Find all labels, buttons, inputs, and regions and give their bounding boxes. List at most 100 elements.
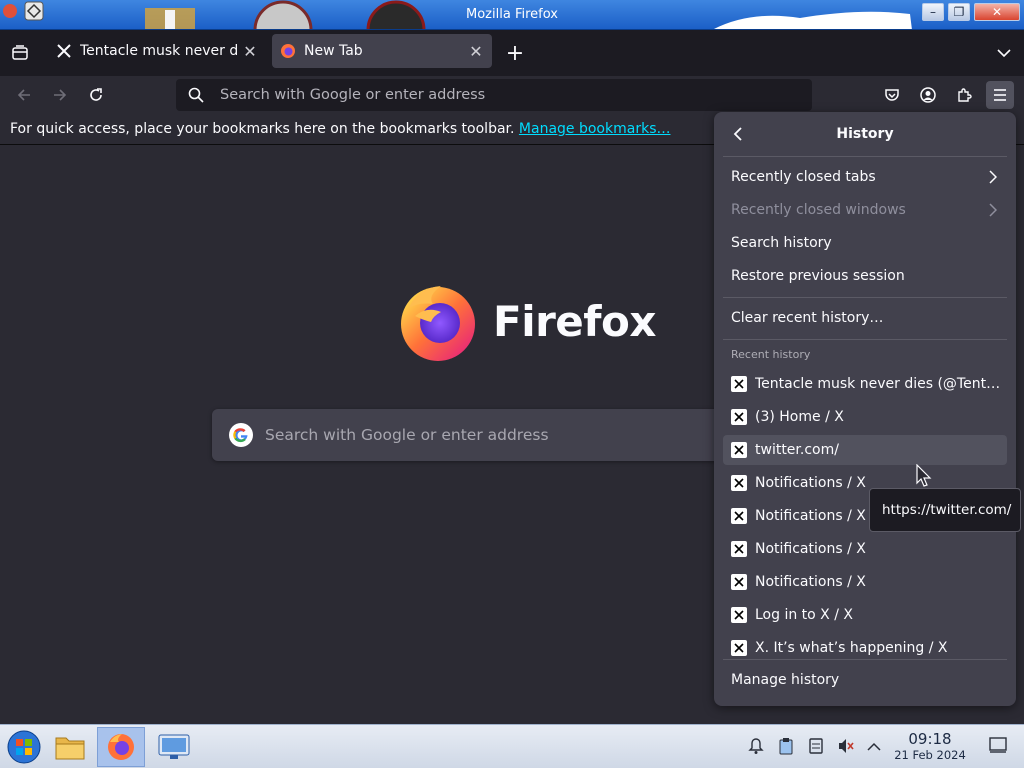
tab-close-icon[interactable]: ✕ xyxy=(468,42,484,61)
close-window-button[interactable]: ✕ xyxy=(974,3,1020,21)
account-button[interactable] xyxy=(914,81,942,109)
extensions-button[interactable] xyxy=(950,81,978,109)
x-logo-icon xyxy=(731,508,747,524)
menu-restore-previous-session[interactable]: Restore previous session xyxy=(723,261,1007,291)
history-item-hovered[interactable]: twitter.com/ xyxy=(723,435,1007,465)
system-taskbar: 09:18 21 Feb 2024 xyxy=(0,724,1024,768)
folder-icon xyxy=(55,737,85,760)
arrow-left-icon xyxy=(17,89,30,101)
mouse-cursor-icon xyxy=(916,464,932,487)
taskbar-system-settings[interactable] xyxy=(150,727,198,767)
history-item-title: Notifications / X xyxy=(755,541,866,557)
tray-expand-button[interactable] xyxy=(864,737,884,757)
menu-recently-closed-windows: Recently closed windows xyxy=(723,195,1007,225)
show-desktop-button[interactable] xyxy=(988,737,1008,757)
windows-start-icon xyxy=(7,730,41,764)
notifications-tray-icon[interactable] xyxy=(746,737,766,757)
maximize-button[interactable]: ❐ xyxy=(948,3,970,21)
arrow-right-icon xyxy=(54,89,67,101)
new-tab-button[interactable]: + xyxy=(501,39,529,67)
firefox-view-icon xyxy=(12,45,28,60)
minimize-button[interactable]: – xyxy=(922,3,944,21)
speaker-muted-icon xyxy=(839,739,854,753)
chevron-right-icon xyxy=(989,203,997,217)
chevron-up-icon xyxy=(867,742,881,751)
history-item[interactable]: Log in to X / X xyxy=(723,600,1007,630)
navigation-toolbar: Search with Google or enter address xyxy=(0,76,1024,114)
x-logo-icon xyxy=(731,376,747,392)
x-logo-icon xyxy=(731,640,747,656)
storage-icon xyxy=(809,738,823,754)
menu-item-label: Clear recent history… xyxy=(731,310,884,326)
history-panel: History Recently closed tabs Recently cl… xyxy=(714,112,1016,706)
menu-manage-history[interactable]: Manage history xyxy=(723,665,1007,695)
history-item[interactable]: X. It’s what’s happening / X xyxy=(723,633,1007,659)
x-logo-icon xyxy=(731,574,747,590)
x-logo-icon xyxy=(731,607,747,623)
x-logo-icon xyxy=(57,44,71,58)
x-logo-icon xyxy=(731,475,747,491)
x-logo-icon xyxy=(731,442,747,458)
tab-close-icon[interactable]: ✕ xyxy=(242,42,258,61)
history-panel-title: History xyxy=(836,126,894,142)
start-menu-button[interactable] xyxy=(0,727,48,767)
newtab-search-placeholder: Search with Google or enter address xyxy=(265,426,549,444)
volume-muted-tray-icon[interactable] xyxy=(836,737,856,757)
history-item-title: Log in to X / X xyxy=(755,607,853,623)
menu-search-history[interactable]: Search history xyxy=(723,228,1007,258)
separator xyxy=(723,659,1007,660)
pocket-button[interactable] xyxy=(878,81,906,109)
window-titlebar[interactable]: Mozilla Firefox – ❐ ✕ xyxy=(0,0,1024,30)
menu-item-label: Recently closed windows xyxy=(731,202,906,218)
clock-date: 21 Feb 2024 xyxy=(894,748,966,762)
x-logo-icon xyxy=(731,541,747,557)
menu-item-label: Manage history xyxy=(731,672,840,688)
history-item-title: Tentacle musk never dies (@Tentaclemusk)… xyxy=(755,376,1007,392)
manage-bookmarks-link[interactable]: Manage bookmarks… xyxy=(519,121,671,137)
forward-button[interactable] xyxy=(46,81,74,109)
separator xyxy=(723,156,1007,157)
account-icon xyxy=(920,87,936,103)
address-bar[interactable]: Search with Google or enter address xyxy=(176,79,812,111)
back-button[interactable] xyxy=(10,81,38,109)
app-menu-button[interactable] xyxy=(986,81,1014,109)
history-item[interactable]: Notifications / X xyxy=(723,567,1007,597)
history-item-title: Notifications / X xyxy=(755,508,866,524)
tab-label: Tentacle musk never dies (@Tentaclemusk)… xyxy=(80,43,238,59)
menu-clear-recent-history[interactable]: Clear recent history… xyxy=(723,303,1007,333)
taskbar-firefox[interactable] xyxy=(97,727,145,767)
reload-icon xyxy=(90,88,102,101)
taskbar-clock[interactable]: 09:18 21 Feb 2024 xyxy=(884,730,976,762)
reload-button[interactable] xyxy=(82,81,110,109)
clipboard-tray-icon[interactable] xyxy=(776,737,796,757)
tab-new-tab[interactable]: New Tab ✕ xyxy=(272,34,492,68)
history-item-title: twitter.com/ xyxy=(755,442,839,458)
history-item-title: Notifications / X xyxy=(755,574,866,590)
history-item[interactable]: (3) Home / X xyxy=(723,402,1007,432)
show-desktop-icon xyxy=(989,737,1007,753)
list-all-tabs-button[interactable] xyxy=(990,39,1018,67)
tab-label: New Tab xyxy=(304,43,363,59)
window-title: Mozilla Firefox xyxy=(466,7,558,22)
firefox-icon xyxy=(281,44,295,58)
storage-tray-icon[interactable] xyxy=(806,737,826,757)
history-item[interactable]: Notifications / X xyxy=(723,534,1007,564)
menu-item-label: Search history xyxy=(731,235,832,251)
history-item[interactable]: Tentacle musk never dies (@Tentaclemusk)… xyxy=(723,369,1007,399)
firefox-view-button[interactable] xyxy=(6,39,34,67)
hamburger-menu-icon xyxy=(994,89,1006,101)
clipboard-icon xyxy=(779,738,793,755)
tab-strip: Tentacle musk never dies (@Tentaclemusk)… xyxy=(0,30,1024,76)
url-tooltip: https://twitter.com/ xyxy=(869,488,1021,532)
menu-recently-closed-tabs[interactable]: Recently closed tabs xyxy=(723,162,1007,192)
search-icon xyxy=(188,87,204,103)
firefox-branding: Firefox xyxy=(397,280,657,362)
separator xyxy=(723,339,1007,340)
chevron-right-icon xyxy=(989,170,997,184)
clock-time: 09:18 xyxy=(908,730,952,748)
taskbar-file-manager[interactable] xyxy=(46,727,94,767)
menu-item-label: Recently closed tabs xyxy=(731,169,876,185)
tab-tentacle-musk[interactable]: Tentacle musk never dies (@Tentaclemusk)… xyxy=(48,34,266,68)
puzzle-icon xyxy=(958,88,972,102)
history-item-title: X. It’s what’s happening / X xyxy=(755,640,948,656)
